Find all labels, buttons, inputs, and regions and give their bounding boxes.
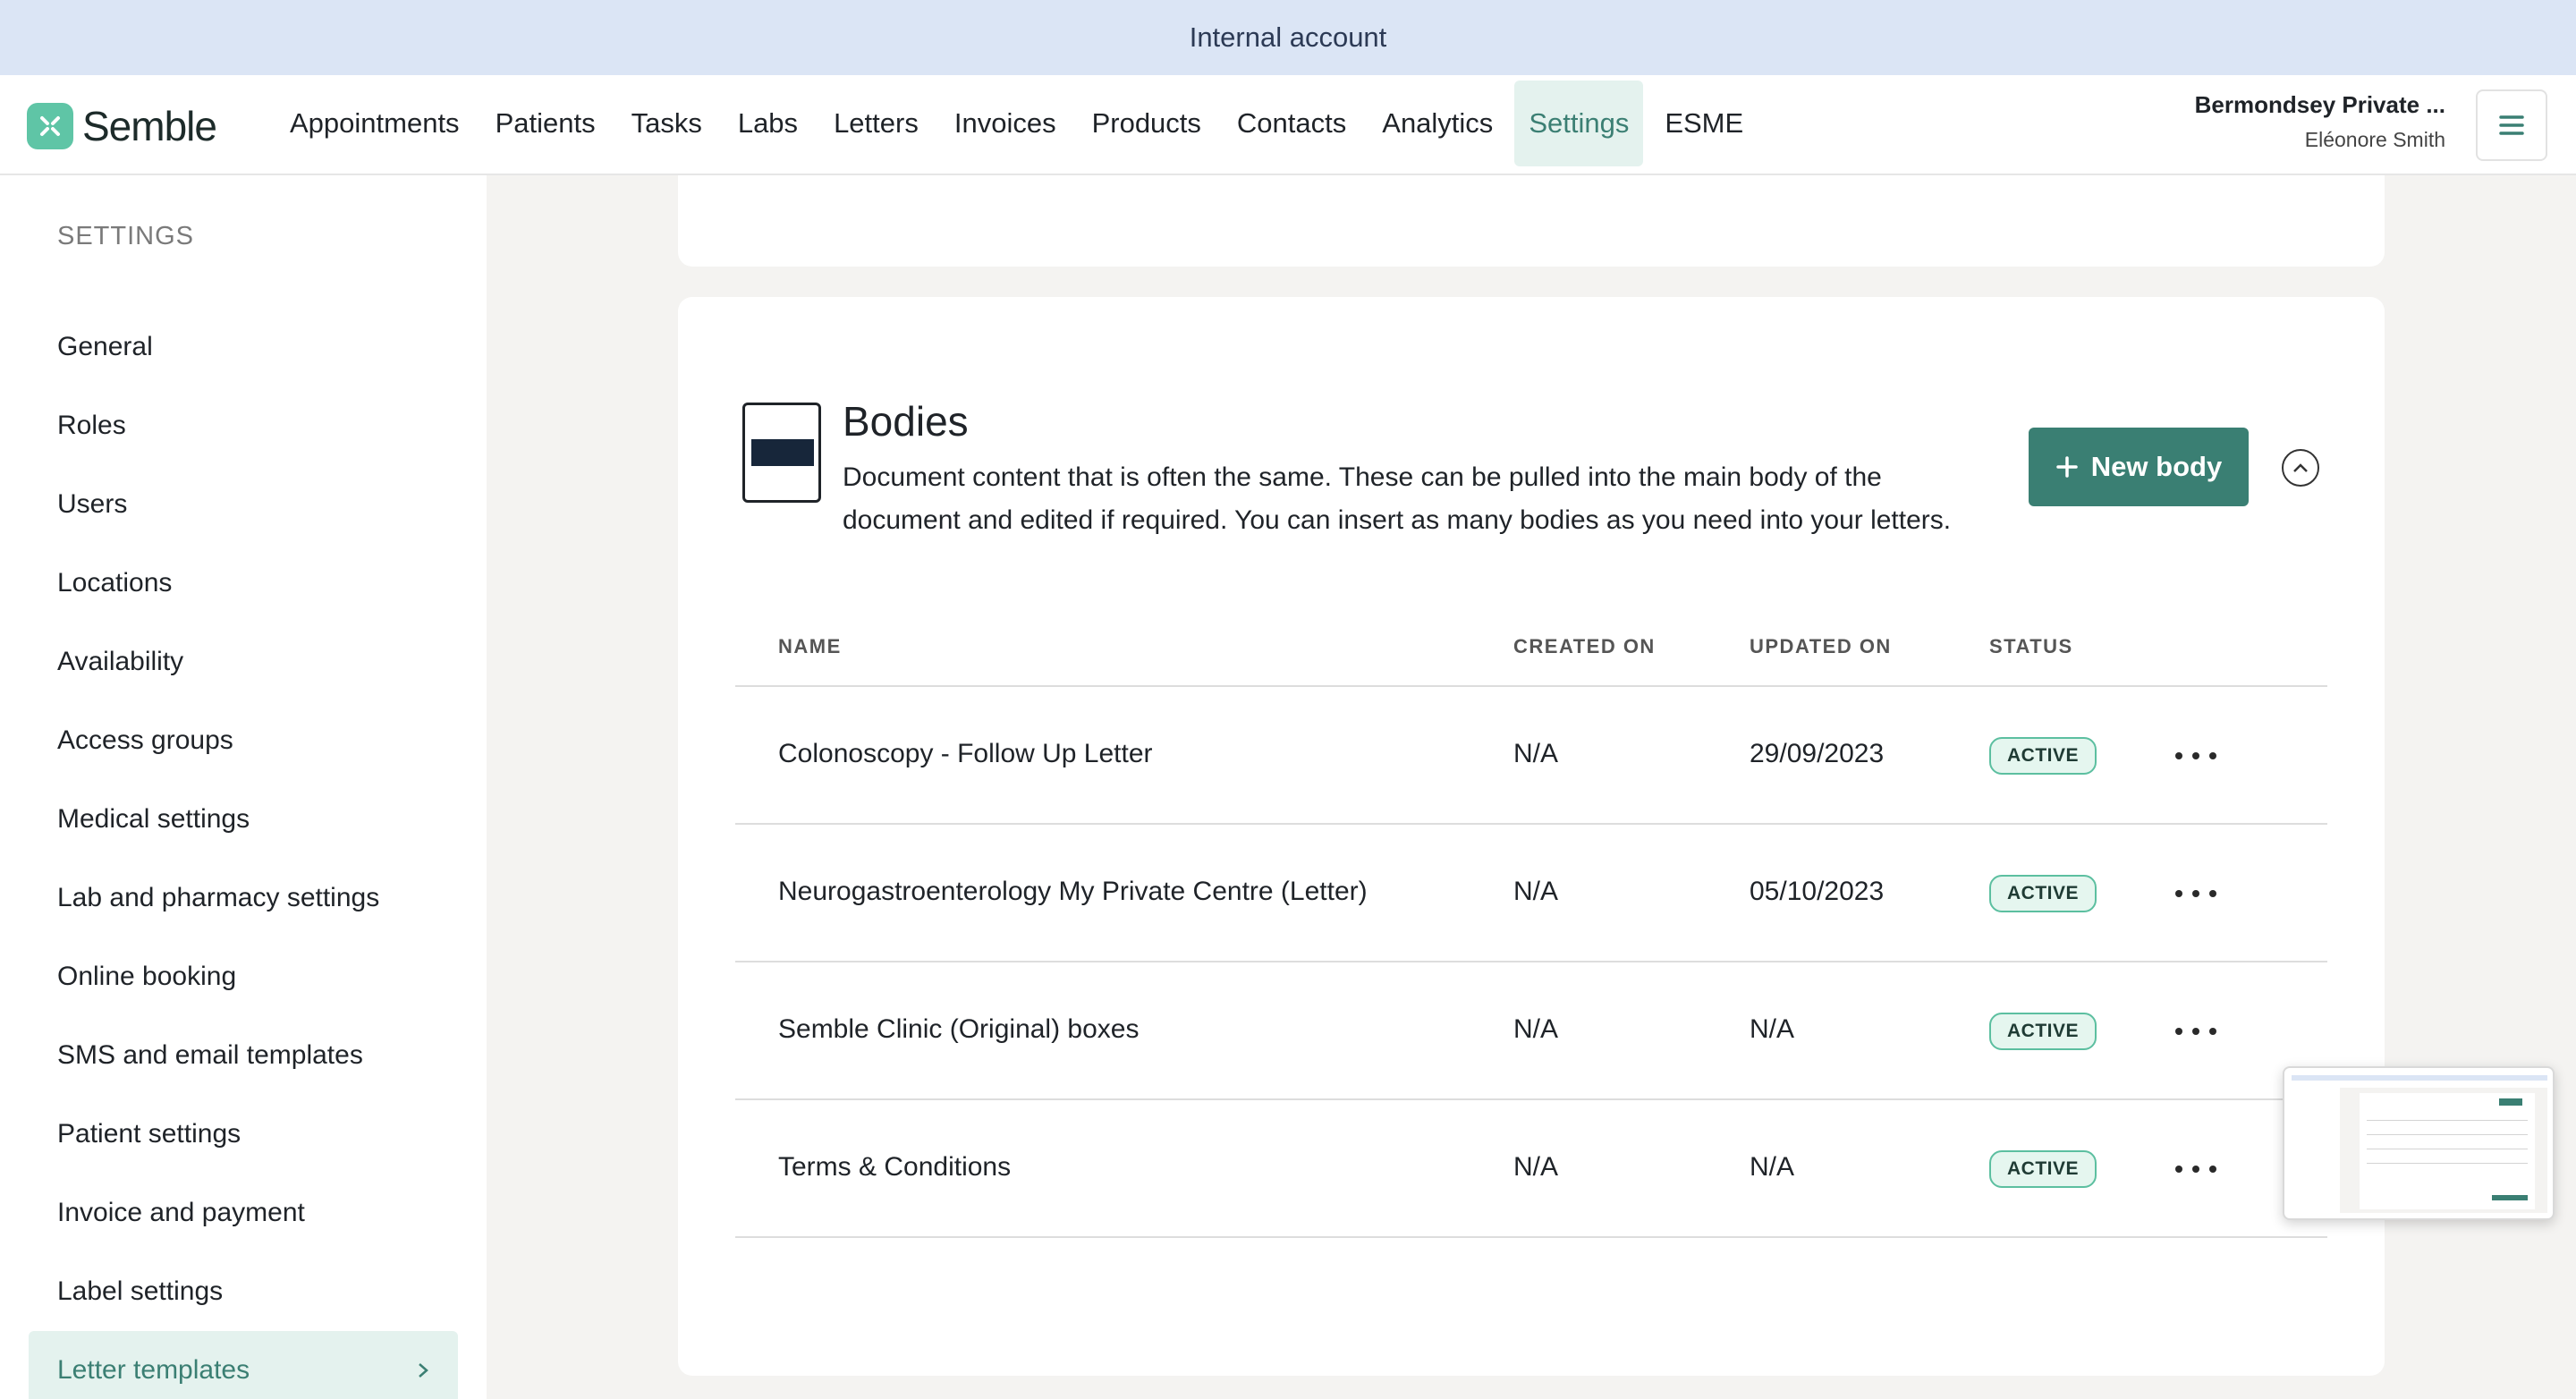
table-row[interactable]: Colonoscopy - Follow Up Letter N/A 29/09… <box>735 687 2327 825</box>
more-options-icon[interactable] <box>2174 1018 2218 1045</box>
more-options-icon[interactable] <box>2174 880 2218 907</box>
row-created-on: N/A <box>1513 877 1559 906</box>
table-row[interactable]: Terms & Conditions N/A N/A ACTIVE <box>735 1100 2327 1238</box>
sidebar-item-general[interactable]: General <box>29 308 458 386</box>
table-row[interactable]: Neurogastroenterology My Private Centre … <box>735 825 2327 962</box>
sidebar-item-locations[interactable]: Locations <box>29 544 458 623</box>
nav-settings[interactable]: Settings <box>1514 81 1644 166</box>
more-options-icon[interactable] <box>2174 1156 2218 1183</box>
row-updated-on: 29/09/2023 <box>1750 739 1885 768</box>
nav-esme[interactable]: ESME <box>1650 81 1758 166</box>
semble-logo-icon <box>27 103 73 149</box>
row-created-on: N/A <box>1513 1014 1559 1044</box>
column-header-status[interactable]: STATUS <box>1989 635 2073 658</box>
thumbnail-preview <box>2292 1075 2547 1213</box>
collapse-section-button[interactable] <box>2282 449 2319 487</box>
chevron-up-icon <box>2293 463 2308 472</box>
sidebar-item-access-groups[interactable]: Access groups <box>29 701 458 780</box>
plus-icon <box>2056 456 2078 478</box>
hamburger-icon <box>2499 115 2524 135</box>
brand-name: Semble <box>82 103 217 149</box>
more-options-icon[interactable] <box>2174 742 2218 769</box>
row-name: Neurogastroenterology My Private Centre … <box>778 877 1368 906</box>
row-name: Colonoscopy - Follow Up Letter <box>778 739 1153 768</box>
document-icon <box>742 403 821 503</box>
sidebar-item-sms-email-templates[interactable]: SMS and email templates <box>29 1016 458 1095</box>
column-header-name[interactable]: NAME <box>778 635 842 658</box>
nav-products[interactable]: Products <box>1078 81 1216 166</box>
chevron-right-icon <box>419 1363 428 1378</box>
nav-appointments[interactable]: Appointments <box>275 81 474 166</box>
column-header-updated[interactable]: UPDATED ON <box>1750 635 1892 658</box>
table-row[interactable]: Semble Clinic (Original) boxes N/A N/A A… <box>735 962 2327 1100</box>
nav-invoices[interactable]: Invoices <box>940 81 1071 166</box>
column-header-created[interactable]: CREATED ON <box>1513 635 1656 658</box>
row-name: Terms & Conditions <box>778 1152 1012 1182</box>
account-switcher[interactable]: Bermondsey Private ... Eléonore Smith <box>2195 91 2445 152</box>
screenshot-thumbnail[interactable] <box>2283 1066 2555 1220</box>
row-created-on: N/A <box>1513 739 1559 768</box>
sidebar-item-label: Letter templates <box>57 1355 250 1385</box>
row-created-on: N/A <box>1513 1152 1559 1182</box>
sidebar-title: SETTINGS <box>57 222 195 250</box>
section-title: Bodies <box>843 398 969 445</box>
bodies-table: NAME CREATED ON UPDATED ON STATUS Colono… <box>735 605 2327 1238</box>
bodies-card: Bodies Document content that is often th… <box>678 297 2385 1376</box>
internal-account-banner: Internal account <box>0 0 2576 75</box>
hamburger-menu-button[interactable] <box>2476 89 2547 161</box>
sidebar-item-patient-settings[interactable]: Patient settings <box>29 1095 458 1174</box>
sidebar-item-roles[interactable]: Roles <box>29 386 458 465</box>
status-badge: ACTIVE <box>1989 737 2097 775</box>
status-badge: ACTIVE <box>1989 1150 2097 1188</box>
semble-logo[interactable]: Semble <box>27 102 217 150</box>
sidebar-item-letter-templates[interactable]: Letter templates <box>29 1331 458 1399</box>
sidebar-item-availability[interactable]: Availability <box>29 623 458 701</box>
nav-letters[interactable]: Letters <box>819 81 933 166</box>
nav-patients[interactable]: Patients <box>481 81 610 166</box>
row-updated-on: 05/10/2023 <box>1750 877 1885 906</box>
new-body-label: New body <box>2090 451 2223 482</box>
user-name: Eléonore Smith <box>2304 128 2445 151</box>
previous-section-card <box>678 175 2385 267</box>
table-header: NAME CREATED ON UPDATED ON STATUS <box>735 605 2327 687</box>
row-updated-on: N/A <box>1750 1152 1795 1182</box>
organisation-name: Bermondsey Private ... <box>2194 91 2445 118</box>
row-updated-on: N/A <box>1750 1014 1795 1044</box>
settings-sidebar: SETTINGS General Roles Users Locations A… <box>0 175 487 1399</box>
settings-menu: General Roles Users Locations Availabili… <box>29 308 458 1399</box>
section-description: Document content that is often the same.… <box>843 462 1952 535</box>
nav-analytics[interactable]: Analytics <box>1368 81 1507 166</box>
sidebar-item-lab-pharmacy[interactable]: Lab and pharmacy settings <box>29 859 458 937</box>
sidebar-item-invoice-payment[interactable]: Invoice and payment <box>29 1174 458 1252</box>
sidebar-item-medical-settings[interactable]: Medical settings <box>29 780 458 859</box>
nav-contacts[interactable]: Contacts <box>1223 81 1360 166</box>
row-name: Semble Clinic (Original) boxes <box>778 1014 1140 1044</box>
sidebar-item-label-settings[interactable]: Label settings <box>29 1252 458 1331</box>
nav-tasks[interactable]: Tasks <box>617 81 716 166</box>
status-badge: ACTIVE <box>1989 1013 2097 1050</box>
new-body-button[interactable]: New body <box>2029 428 2249 506</box>
main-nav: Appointments Patients Tasks Labs Letters… <box>275 81 1765 166</box>
top-navigation: Semble Appointments Patients Tasks Labs … <box>0 75 2576 175</box>
sidebar-item-online-booking[interactable]: Online booking <box>29 937 458 1016</box>
banner-text: Internal account <box>1189 21 1387 53</box>
nav-labs[interactable]: Labs <box>724 81 812 166</box>
sidebar-item-users[interactable]: Users <box>29 465 458 544</box>
status-badge: ACTIVE <box>1989 875 2097 912</box>
